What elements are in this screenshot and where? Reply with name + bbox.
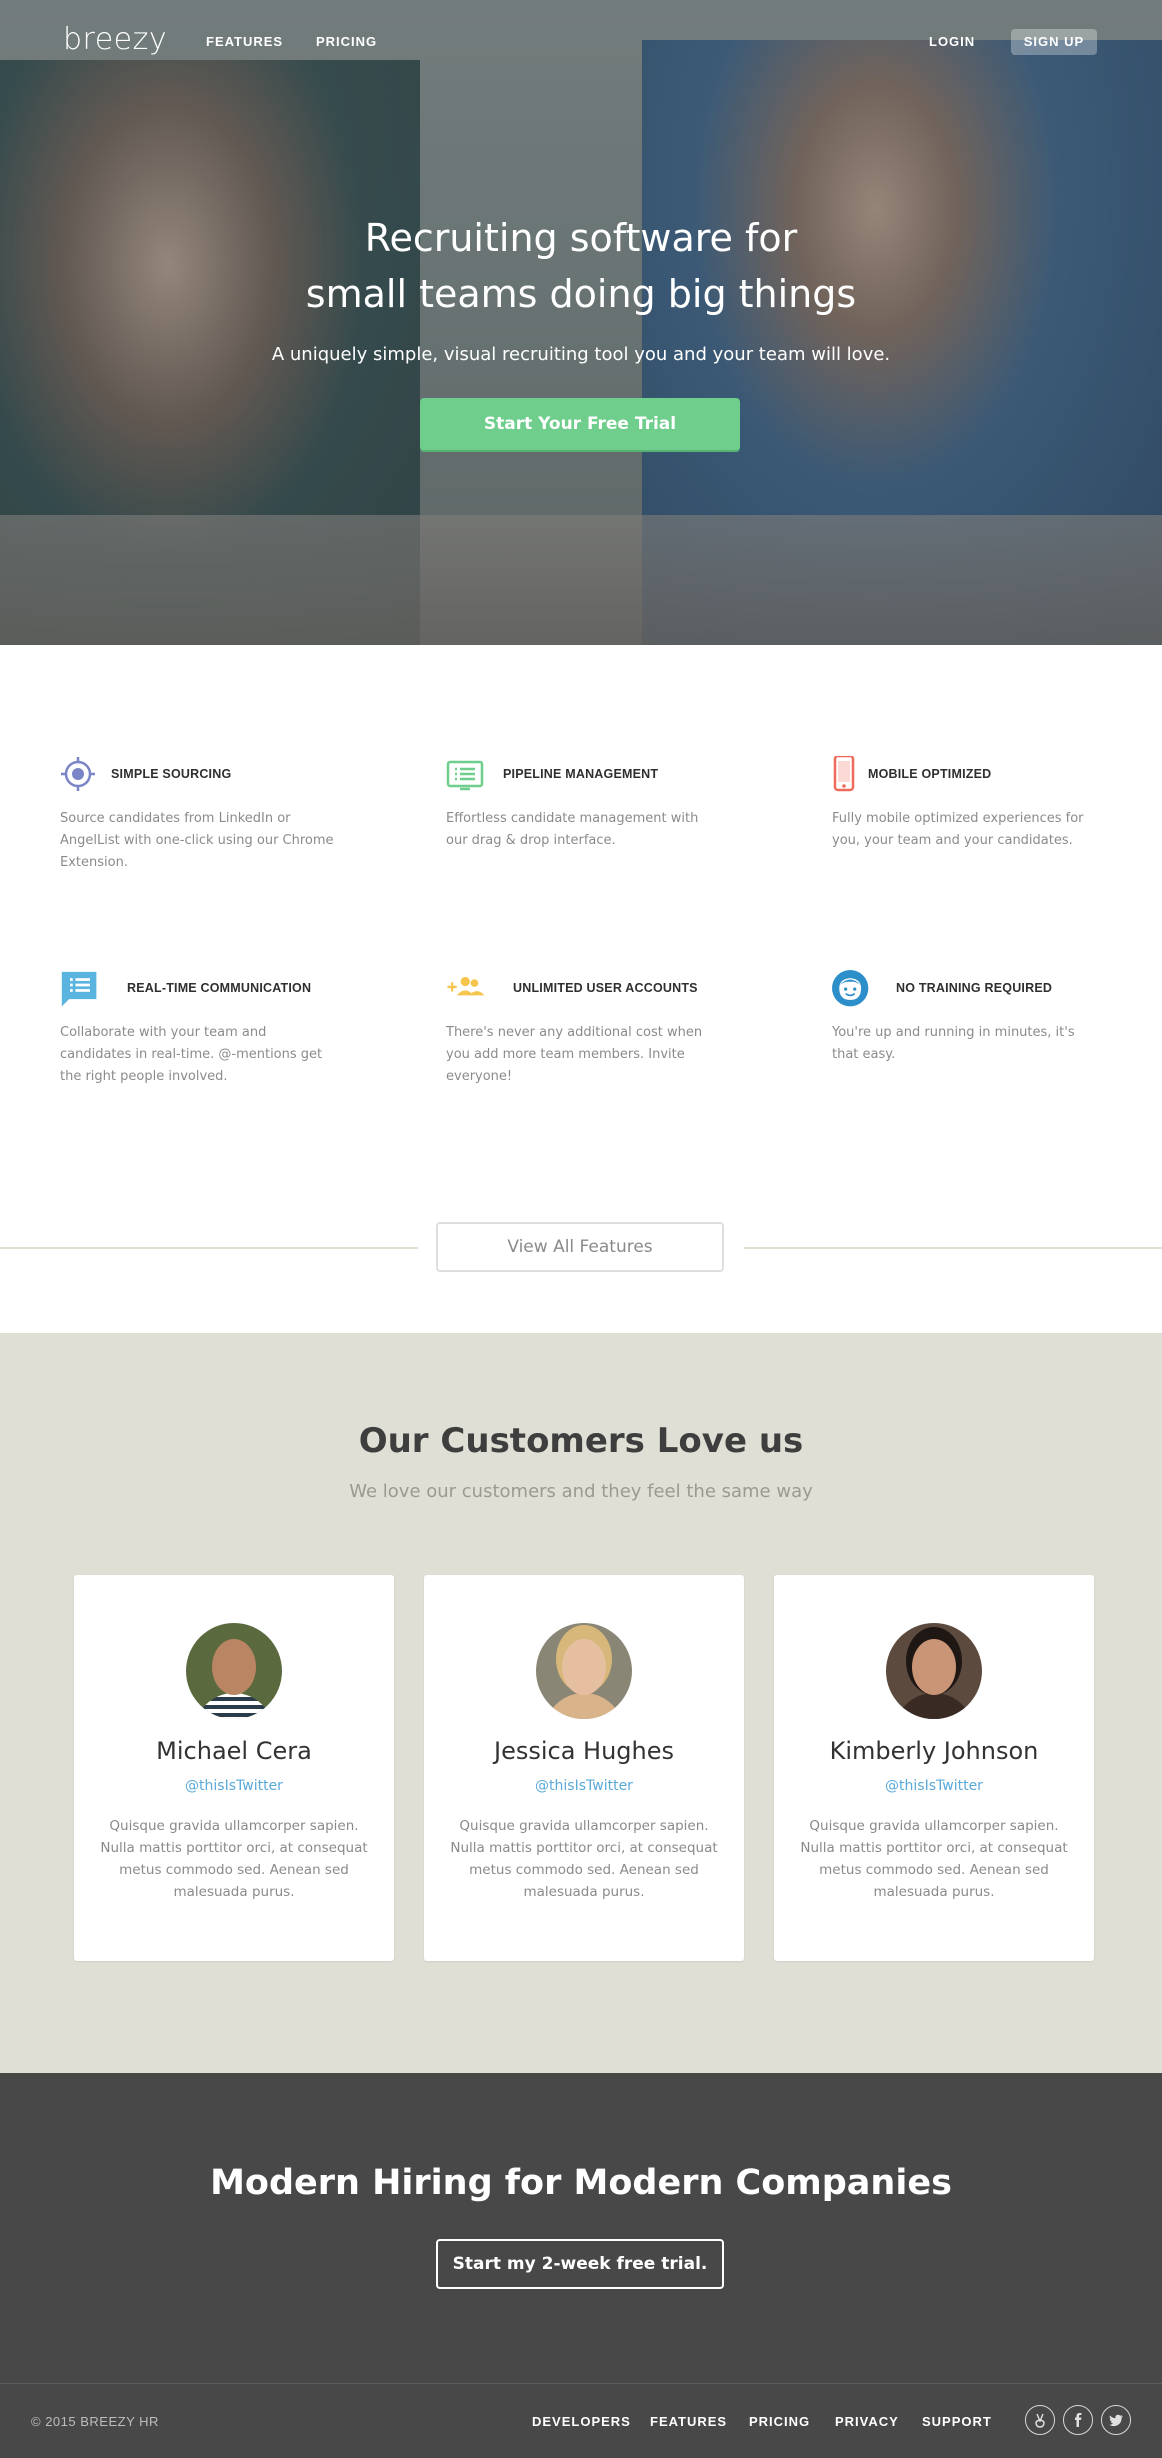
hero-subtitle: A uniquely simple, visual recruiting too… [271,344,891,365]
divider-right [744,1247,1162,1249]
feature-description: Collaborate with your team and candidate… [60,1025,323,1084]
customer-name: Jessica Hughes [493,1737,675,1765]
hero-section: breezy FEATURES PRICING LOGIN SIGN UP Re… [0,0,1162,645]
feature-title: NO TRAINING REQUIRED [896,981,1053,995]
testimonial-card: Michael Cera @thisIsTwitter Quisque grav… [74,1575,394,1961]
feature-title: UNLIMITED USER ACCOUNTS [513,981,698,995]
twitter-icon[interactable] [1101,2405,1131,2435]
angellist-icon[interactable] [1025,2405,1055,2435]
customers-section: Our Customers Love us We love our custom… [0,1333,1162,2073]
testimonial-text: Quisque gravida ullamcorper sapien. Null… [100,1818,368,1900]
feature-title: REAL-TIME COMMUNICATION [127,981,312,995]
nav-pricing-link[interactable]: PRICING [316,34,377,49]
hero-title-line-1: Recruiting software for [364,216,798,260]
hero-title: Recruiting software for small teams doin… [0,210,1162,322]
testimonial-text: Quisque gravida ullamcorper sapien. Null… [800,1818,1068,1900]
avatar [536,1623,632,1719]
start-free-trial-button[interactable]: Start Your Free Trial [420,398,740,450]
footer: © 2015 BREEZY HR DEVELOPERS FEATURES PRI… [0,2383,1162,2458]
feature-description: Source candidates from LinkedIn or Angel… [60,811,334,870]
feature-description: Fully mobile optimized experiences for y… [832,811,1084,848]
hero-title-line-2: small teams doing big things [305,272,857,316]
customer-twitter-handle[interactable]: @thisIsTwitter [424,1778,744,1794]
feature-description: Effortless candidate management with our… [446,811,699,848]
footer-link-developers[interactable]: DEVELOPERS [532,2414,631,2429]
smiley-face-icon [832,970,869,1007]
feature-description: There's never any additional cost when y… [446,1025,703,1084]
divider-left [0,1247,418,1249]
testimonial-card: Jessica Hughes @thisIsTwitter Quisque gr… [424,1575,744,1961]
copyright: © 2015 BREEZY HR [31,2414,159,2429]
avatar [186,1623,282,1719]
chat-bubble-icon [61,971,97,1007]
pipeline-board-icon [446,760,484,791]
nav-features-link[interactable]: FEATURES [206,34,283,49]
signup-button[interactable]: SIGN UP [1011,29,1097,55]
cta-section: Modern Hiring for Modern Companies Start… [0,2073,1162,2383]
cta-title: Modern Hiring for Modern Companies [210,2163,952,2203]
customer-twitter-handle[interactable]: @thisIsTwitter [74,1778,394,1794]
facebook-icon[interactable] [1063,2405,1093,2435]
mobile-phone-icon [833,756,855,792]
customer-name: Kimberly Johnson [829,1737,1039,1765]
footer-link-pricing[interactable]: PRICING [749,2414,810,2429]
testimonial-text: Quisque gravida ullamcorper sapien. Null… [450,1818,718,1900]
nav-login-link[interactable]: LOGIN [929,34,975,49]
testimonial-card: Kimberly Johnson @thisIsTwitter Quisque … [774,1575,1094,1961]
top-nav: breezy FEATURES PRICING LOGIN SIGN UP [0,0,1162,86]
customers-subtitle: We love our customers and they feel the … [349,1481,813,1502]
add-users-icon [447,976,485,996]
feature-description: You're up and running in minutes, it's t… [832,1025,1075,1062]
breezy-logo[interactable]: breezy [63,22,167,57]
feature-title: MOBILE OPTIMIZED [868,767,992,781]
feature-title: PIPELINE MANAGEMENT [503,767,659,781]
target-icon [61,757,95,791]
start-trial-button[interactable]: Start my 2-week free trial. [436,2239,724,2289]
view-all-features-button[interactable]: View All Features [436,1222,724,1272]
feature-title: SIMPLE SOURCING [111,767,232,781]
footer-link-features[interactable]: FEATURES [650,2414,727,2429]
footer-link-privacy[interactable]: PRIVACY [835,2414,899,2429]
footer-link-support[interactable]: SUPPORT [922,2414,992,2429]
customer-twitter-handle[interactable]: @thisIsTwitter [774,1778,1094,1794]
avatar [886,1623,982,1719]
customers-title: Our Customers Love us [358,1421,804,1461]
customer-name: Michael Cera [156,1737,312,1765]
